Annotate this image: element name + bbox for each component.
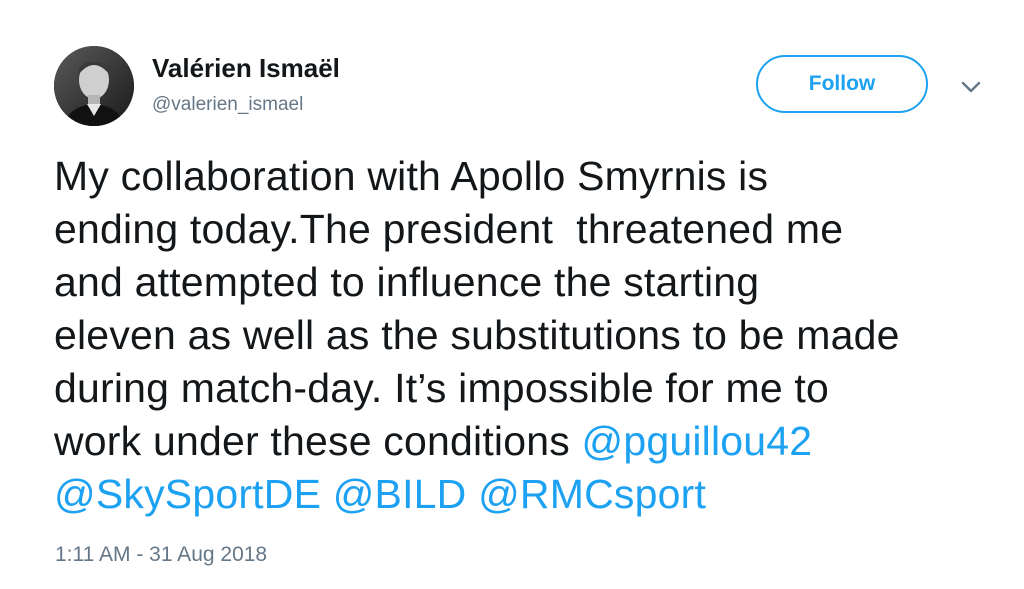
tweet-line: My collaboration with Apollo Smyrnis is bbox=[54, 153, 769, 199]
timestamp[interactable]: 1:11 AM - 31 Aug 2018 bbox=[55, 543, 267, 567]
chevron-down-icon[interactable] bbox=[958, 74, 984, 100]
follow-button[interactable]: Follow bbox=[756, 55, 928, 113]
tweet-line: during match-day. It’s impossible for me… bbox=[54, 365, 830, 411]
tweet-card: Valérien Ismaël @valerien_ismael Follow … bbox=[0, 0, 1024, 589]
author-name[interactable]: Valérien Ismaël bbox=[152, 53, 340, 84]
author-handle[interactable]: @valerien_ismael bbox=[152, 94, 303, 116]
mention-link[interactable]: @BILD bbox=[333, 471, 467, 517]
tweet-line: eleven as well as the substitutions to b… bbox=[54, 312, 900, 358]
tweet-line: and attempted to influence the starting bbox=[54, 259, 760, 305]
tweet-line: work under these conditions bbox=[54, 418, 582, 464]
tweet-line: ending today.The president threatened me bbox=[54, 206, 844, 252]
tweet-text: My collaboration with Apollo Smyrnis is … bbox=[54, 150, 1014, 521]
mention-link[interactable]: @SkySportDE bbox=[54, 471, 321, 517]
mention-link[interactable]: @RMCsport bbox=[478, 471, 706, 517]
avatar-photo bbox=[54, 46, 134, 126]
mention-link[interactable]: @pguillou42 bbox=[582, 418, 813, 464]
avatar[interactable] bbox=[54, 46, 134, 126]
